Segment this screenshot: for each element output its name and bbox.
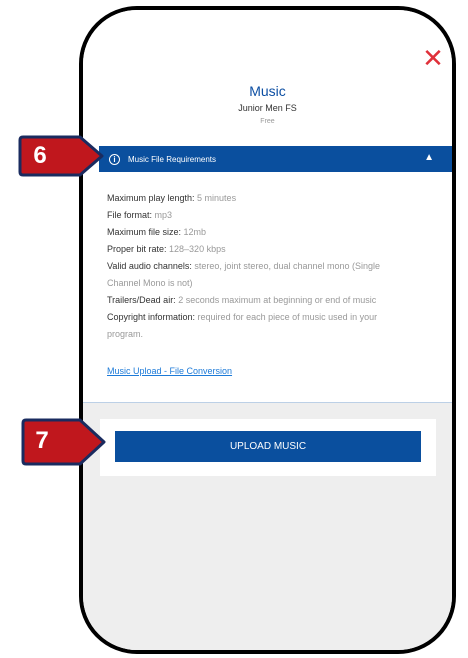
requirement-line: Trailers/Dead air: 2 seconds maximum at … bbox=[107, 295, 377, 305]
requirement-line: Copyright information: required for each… bbox=[107, 312, 378, 322]
section-divider bbox=[83, 402, 452, 403]
callout-number-7: 7 bbox=[35, 427, 49, 454]
modal-header: Music Junior Men FS Free bbox=[83, 82, 452, 127]
requirement-line: Channel Mono is not) bbox=[107, 278, 193, 288]
requirements-accordion-header[interactable]: i Music File Requirements ▲ bbox=[99, 146, 452, 172]
requirement-line: File format: mp3 bbox=[107, 210, 173, 220]
chevron-up-icon: ▲ bbox=[424, 152, 434, 163]
upload-card: UPLOAD MUSIC bbox=[100, 419, 436, 476]
requirements-list: Maximum play length: 5 minutes File form… bbox=[107, 190, 437, 343]
requirement-line: Valid audio channels: stereo, joint ster… bbox=[107, 261, 381, 271]
phone-frame: ✕ Music Junior Men FS Free i Music File … bbox=[79, 6, 456, 654]
modal-subtitle: Junior Men FS bbox=[238, 103, 297, 113]
modal-title: Music bbox=[249, 83, 286, 99]
requirement-line: Maximum file size: 12mb bbox=[107, 227, 207, 237]
file-conversion-link[interactable]: Music Upload - File Conversion bbox=[107, 366, 232, 376]
tier-label: Free bbox=[260, 118, 275, 125]
requirement-line: Maximum play length: 5 minutes bbox=[107, 193, 237, 203]
upload-music-button[interactable]: UPLOAD MUSIC bbox=[115, 431, 421, 462]
info-icon: i bbox=[109, 153, 120, 165]
requirements-label: Music File Requirements bbox=[128, 154, 217, 164]
requirement-line: Proper bit rate: 128–320 kbps bbox=[107, 244, 226, 254]
callout-number-6: 6 bbox=[33, 142, 47, 169]
requirement-line: program. bbox=[107, 329, 144, 339]
close-x-icon[interactable]: ✕ bbox=[422, 45, 444, 71]
